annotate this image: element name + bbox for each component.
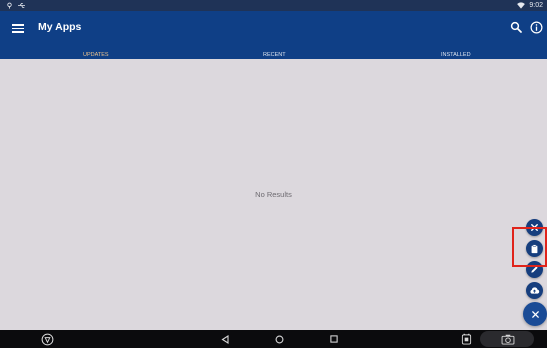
android-debug-icon [7,2,12,9]
wifi-icon [517,2,526,9]
close-icon [531,310,539,318]
content-area: No Results [0,59,547,330]
home-icon [275,335,283,343]
home-button[interactable] [273,332,285,346]
status-right: 9:02 [517,0,543,11]
highlight-box [512,227,547,267]
usb-icon [18,3,25,8]
page-title: My Apps [38,21,82,33]
fab-main-close-button[interactable] [523,302,547,326]
app-bar: My Apps UPDATES RECENT INSTALLED [0,11,547,67]
screenshot-icon [461,333,471,345]
menu-icon[interactable] [12,22,24,34]
status-time: 9:02 [529,2,543,9]
recents-button[interactable] [328,332,340,346]
vpn-key-icon [41,333,53,345]
camera-button[interactable] [500,332,516,346]
cloud-upload-icon [530,287,540,294]
vpn-key-button[interactable] [40,332,54,346]
recents-icon [330,335,338,343]
nav-bar [0,330,547,348]
back-icon [221,334,229,344]
tab-updates[interactable]: UPDATES [83,52,109,58]
info-icon[interactable] [530,21,543,34]
screenshot-button[interactable] [460,332,472,346]
status-left [6,0,26,11]
search-icon[interactable] [510,21,522,33]
empty-message: No Results [255,190,292,199]
status-bar: 9:02 [0,0,547,11]
fab-upload-button[interactable] [526,282,543,299]
tab-installed[interactable]: INSTALLED [441,52,471,58]
back-button[interactable] [219,332,231,346]
tab-recent[interactable]: RECENT [263,52,286,58]
camera-icon [501,334,515,345]
